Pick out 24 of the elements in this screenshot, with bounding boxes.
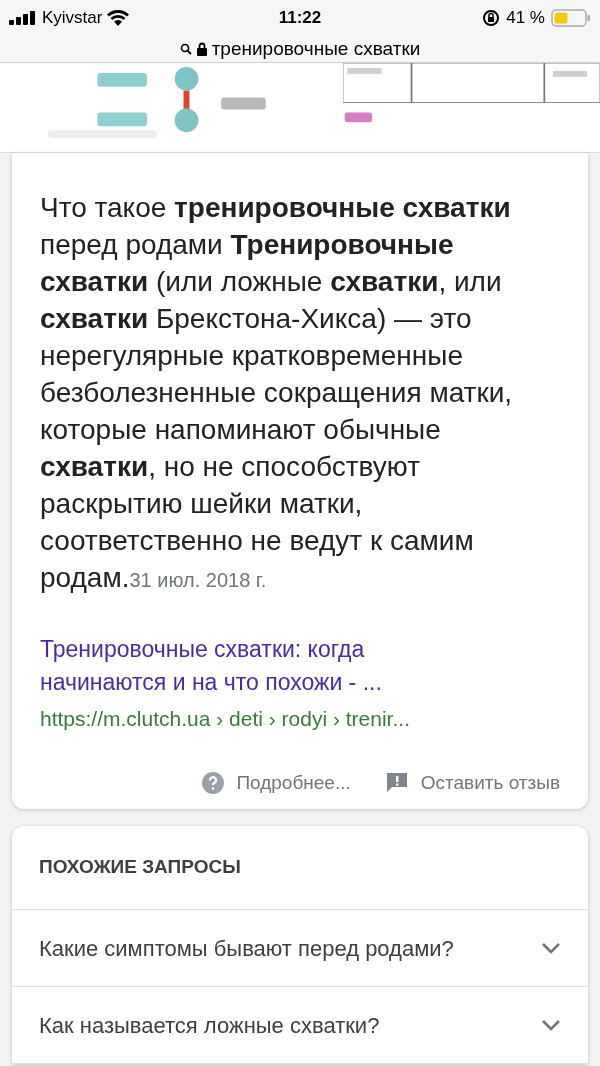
answer-text: Что такое тренировочные схватки перед родами Тренировочные схватки (или ложные схватки, или схватки Брекстона-Хикса) — это нерегулярные кратковременные безболезненные сокращения матки, которые напоминают обычные схватки, но не способствуют раскрытию шейки матки, соответственно не ведут к самим родам.31 июл. 2018 г. <box>40 191 514 595</box>
rotation-lock-icon <box>482 9 501 27</box>
chevron-icon <box>541 1019 561 1031</box>
battery-icon <box>551 9 591 27</box>
carrier-name: Kyivstar <box>42 7 103 30</box>
chevron-icon <box>541 942 561 954</box>
feedback-button[interactable]: Оставить отзыв <box>386 768 560 797</box>
feedback-icon <box>386 772 407 793</box>
result-url[interactable]: https://m.clutch.ua › deti › rodyi › trenir... <box>40 703 560 735</box>
more-info-button[interactable]: Подробнее... <box>202 768 351 797</box>
lock-icon <box>196 42 207 56</box>
wifi-icon <box>107 10 130 26</box>
query-text: Какие симптомы бывают перед родами? <box>39 934 454 963</box>
signal-icon <box>9 11 37 25</box>
query-text: Как называется ложные схватки? <box>39 1011 380 1040</box>
result-link[interactable]: Тренировочные схватки: когда начинаются и на что похожи - ... <box>40 633 470 699</box>
related-query[interactable]: Какие симптомы бывают перед родами? <box>12 910 588 987</box>
help-icon <box>202 771 225 794</box>
address-text[interactable]: тренировочные схватки <box>211 34 421 64</box>
section-title: ПОХОЖИЕ ЗАПРОСЫ <box>39 855 241 880</box>
clock-time: 11:22 <box>278 7 322 30</box>
related-query[interactable]: Как называется ложные схватки? <box>12 987 588 1064</box>
battery-percent: 41 % <box>506 7 545 30</box>
search-icon <box>179 43 192 55</box>
